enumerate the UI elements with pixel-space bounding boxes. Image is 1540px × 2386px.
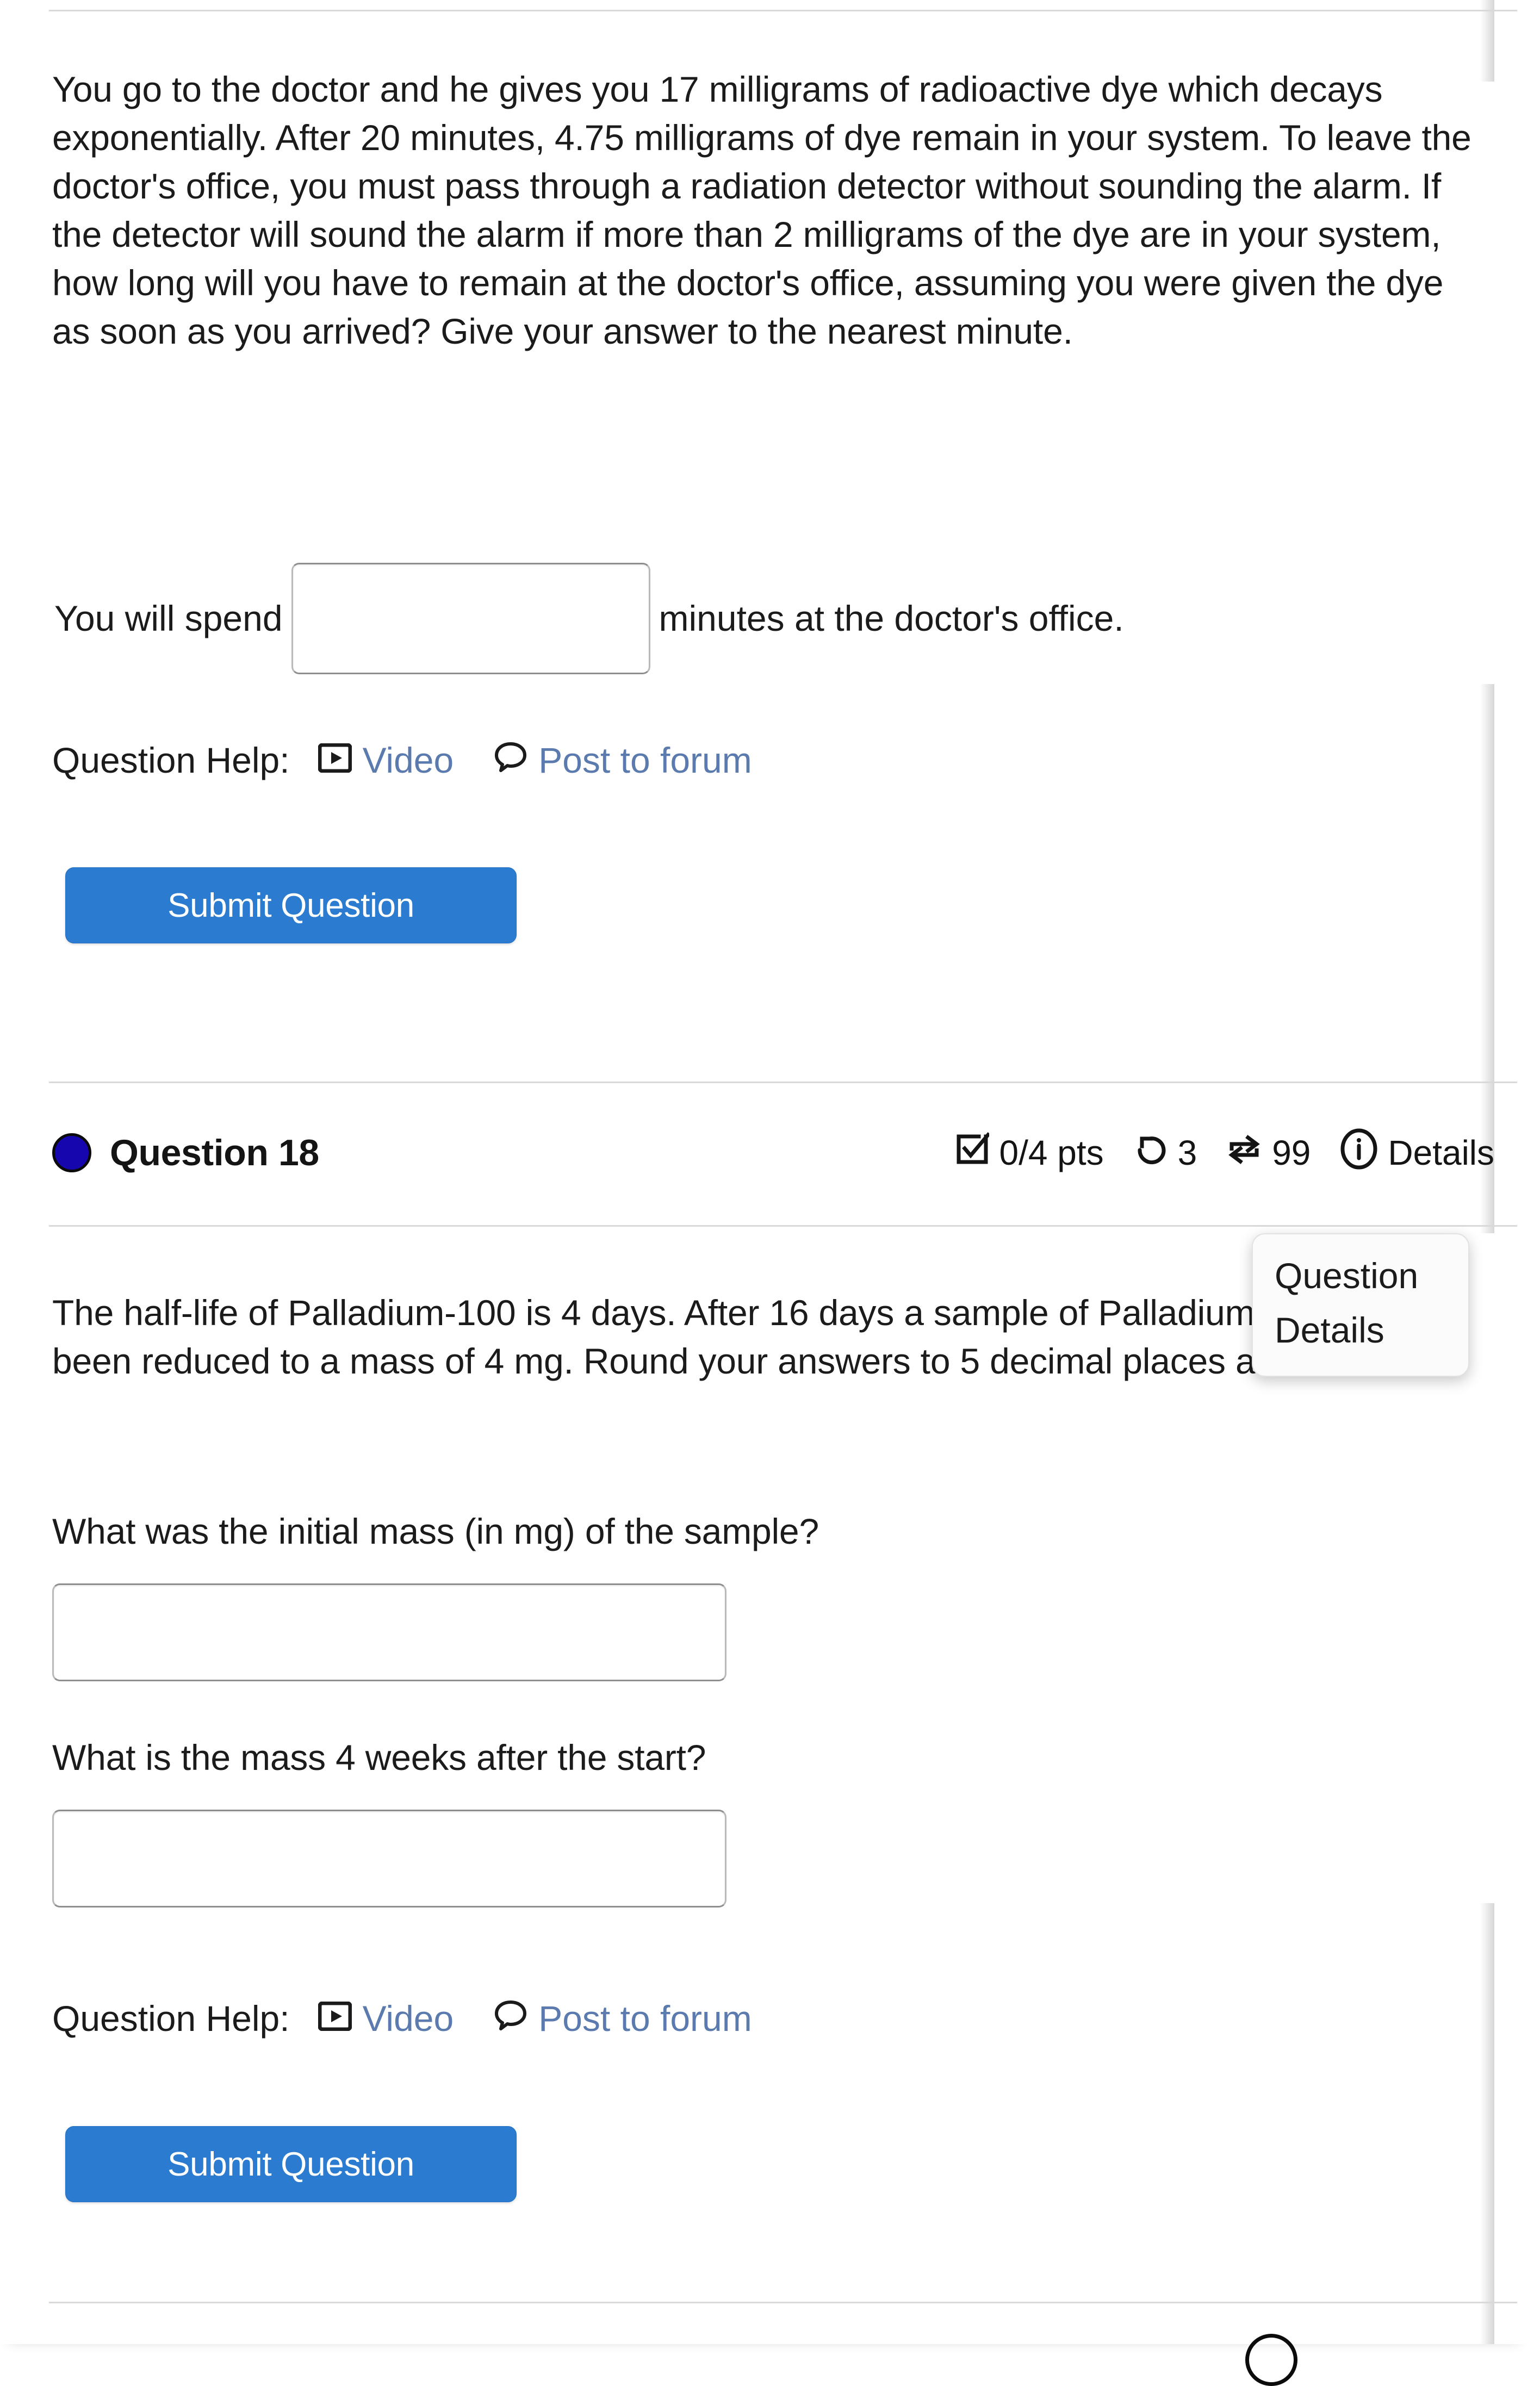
versions-value: 99 [1272, 1133, 1311, 1172]
forum-help-link[interactable]: Post to forum [494, 738, 752, 782]
video-help-label-18: Video [362, 1998, 454, 2039]
question-help-label: Question Help: [52, 740, 290, 780]
question-18-title: Question 18 [110, 1132, 319, 1173]
question-status-dot-icon [52, 1133, 91, 1172]
tooltip-line-2: Details [1275, 1310, 1384, 1350]
details-label: Details [1388, 1133, 1494, 1172]
question-18-part-2-prompt: What is the mass 4 weeks after the start… [52, 1737, 706, 1778]
forum-icon [494, 738, 527, 782]
question-18-header: Question 18 0/4 pts 3 99 Details [0, 1109, 1517, 1196]
tooltip-line-1: Question [1275, 1256, 1419, 1296]
divider-under-question-18-header [49, 1225, 1517, 1227]
attempts-value: 3 [1177, 1133, 1197, 1172]
answer-prefix-label: You will spend [54, 598, 283, 638]
question-18-title-group: Question 18 [52, 1109, 319, 1196]
divider-top [49, 10, 1517, 11]
answer-suffix-label: minutes at the doctor's office. [659, 598, 1124, 638]
points-meta: 0/4 pts [955, 1132, 1104, 1174]
forum-help-label: Post to forum [538, 740, 752, 780]
divider-between-questions [49, 1082, 1517, 1083]
divider-bottom [49, 2302, 1517, 2303]
points-value: 0/4 pts [999, 1133, 1104, 1172]
shuffle-versions-icon [1226, 1132, 1262, 1174]
card-edge-shadow-bottom [1480, 1903, 1494, 2344]
checkbox-checked-icon [955, 1132, 991, 1174]
question-17-answer-row: You will spend minutes at the doctor's o… [54, 563, 1124, 674]
forum-help-label-18: Post to forum [538, 1998, 752, 2039]
submit-question-18-button[interactable]: Submit Question [65, 2126, 517, 2202]
video-help-link-18[interactable]: Video [318, 1997, 454, 2040]
question-18-part-1-prompt: What was the initial mass (in mg) of the… [52, 1511, 819, 1551]
forum-icon [494, 1997, 527, 2040]
submit-question-17-button[interactable]: Submit Question [65, 867, 517, 943]
page-right-gutter [1517, 0, 1540, 2344]
versions-meta: 99 [1226, 1132, 1311, 1174]
video-icon [318, 1997, 352, 2040]
question-17-body: You go to the doctor and he gives you 17… [52, 69, 1481, 351]
info-circle-icon [1340, 1128, 1378, 1178]
assignment-page-card: You go to the doctor and he gives you 17… [0, 0, 1517, 2386]
next-question-info-circle-icon [1245, 2334, 1297, 2386]
minutes-answer-input[interactable] [291, 563, 650, 674]
video-icon [318, 738, 352, 782]
forum-help-link-18[interactable]: Post to forum [494, 1997, 752, 2040]
undo-history-icon [1133, 1132, 1168, 1174]
question-18-help-row: Question Help: Video Post to forum [52, 1997, 792, 2040]
question-18-meta-group: 0/4 pts 3 99 Details [955, 1109, 1494, 1196]
question-details-tooltip: Question Details [1252, 1233, 1469, 1377]
question-17-help-row: Question Help: Video Post to forum [52, 738, 792, 782]
mass-after-4-weeks-answer-input[interactable] [52, 1810, 726, 1907]
video-help-label: Video [362, 740, 454, 780]
initial-mass-answer-input[interactable] [52, 1583, 726, 1681]
question-help-label-18: Question Help: [52, 1998, 290, 2039]
details-button[interactable]: Details [1340, 1128, 1494, 1178]
question-18-body: The half-life of Palladium-100 is 4 days… [52, 1293, 1412, 1381]
video-help-link[interactable]: Video [318, 738, 454, 782]
attempts-meta: 3 [1133, 1132, 1197, 1174]
